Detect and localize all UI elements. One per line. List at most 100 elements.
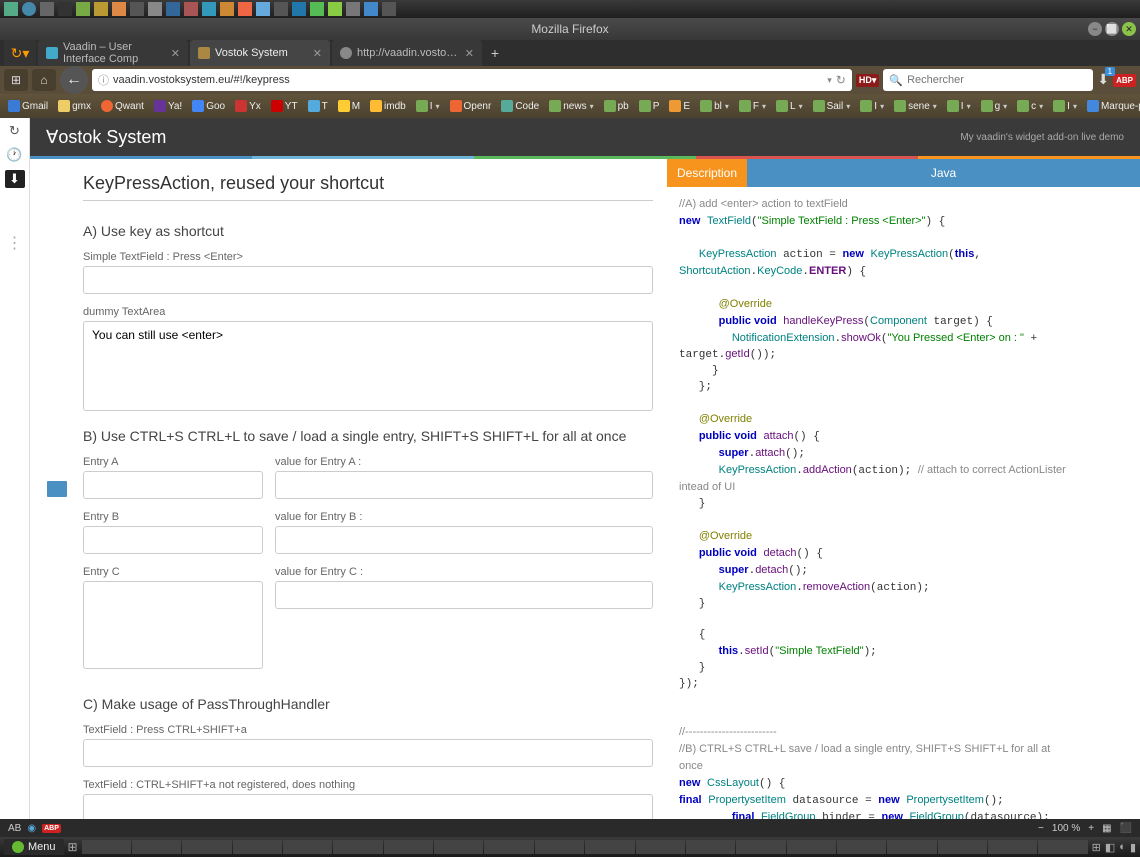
abp-status-icon[interactable]: ABP bbox=[42, 824, 61, 833]
tab-close-icon[interactable]: ✕ bbox=[465, 47, 474, 60]
system-tray-icon[interactable] bbox=[382, 2, 396, 16]
system-tray-icon[interactable] bbox=[364, 2, 378, 16]
window-maximize-button[interactable]: ⬜ bbox=[1105, 22, 1119, 36]
bookmark-folder[interactable]: pb bbox=[600, 98, 633, 114]
bookmark-folder[interactable]: Sail▾ bbox=[809, 98, 855, 114]
value-b-input[interactable] bbox=[275, 526, 653, 554]
search-bar[interactable]: 🔍 bbox=[883, 69, 1093, 91]
tab-close-icon[interactable]: ✕ bbox=[313, 47, 322, 60]
system-tray-icon[interactable] bbox=[112, 2, 126, 16]
reload-button[interactable]: ↻ bbox=[836, 73, 846, 87]
system-tray-icon[interactable] bbox=[292, 2, 306, 16]
system-tray-icon[interactable] bbox=[166, 2, 180, 16]
bookmark-folder[interactable]: I▾ bbox=[943, 98, 975, 114]
bookmark-item[interactable]: Yx bbox=[231, 98, 265, 114]
bookmark-folder[interactable]: bl▾ bbox=[696, 98, 733, 114]
system-tray-icon[interactable] bbox=[256, 2, 270, 16]
tab-description[interactable]: Description bbox=[667, 159, 747, 187]
system-tray-icon[interactable] bbox=[220, 2, 234, 16]
hd-badge-icon[interactable]: HD▾ bbox=[856, 74, 880, 87]
entry-c-input[interactable] bbox=[83, 581, 263, 669]
downloads-button[interactable]: ⬇ 1 bbox=[1097, 71, 1109, 89]
addon-icon[interactable]: ↻ bbox=[6, 122, 24, 140]
system-tray-icon[interactable] bbox=[346, 2, 360, 16]
taskbar-windows[interactable] bbox=[82, 840, 1088, 854]
bookmark-item[interactable]: T bbox=[304, 98, 332, 114]
system-tray-icon[interactable] bbox=[328, 2, 342, 16]
addon-icon[interactable]: ⬇ bbox=[5, 170, 25, 188]
bookmark-folder[interactable]: news▾ bbox=[545, 98, 597, 114]
bookmark-item[interactable]: YT bbox=[267, 98, 302, 114]
home-button[interactable]: ⌂ bbox=[32, 69, 56, 91]
bookmark-item[interactable]: Ya! bbox=[150, 98, 186, 114]
taskbar-tray-icon[interactable]: ◧ bbox=[1105, 841, 1115, 854]
system-tray-icon[interactable] bbox=[40, 2, 54, 16]
history-dropdown-icon[interactable]: ▾ bbox=[827, 75, 832, 86]
bookmark-item[interactable]: Qwant bbox=[97, 98, 148, 114]
new-tab-button[interactable]: + bbox=[484, 40, 506, 66]
sync-icon[interactable]: ◉ bbox=[27, 823, 36, 834]
show-desktop-button[interactable]: ⊞ bbox=[68, 840, 78, 854]
system-tray-icon[interactable] bbox=[130, 2, 144, 16]
dummy-textarea[interactable]: You can still use <enter> bbox=[83, 321, 653, 411]
entry-a-input[interactable] bbox=[83, 471, 263, 499]
unregistered-input[interactable] bbox=[83, 794, 653, 819]
code-viewer[interactable]: //A) add <enter> action to textField new… bbox=[667, 187, 1140, 819]
browser-tab[interactable]: http://vaadin.vostoksystem.eu ✕ bbox=[332, 40, 482, 66]
bookmark-item[interactable]: Openr bbox=[446, 98, 496, 114]
url-input[interactable] bbox=[113, 74, 823, 86]
bookmark-folder[interactable]: I▾ bbox=[1049, 98, 1081, 114]
bookmark-folder[interactable]: I▾ bbox=[856, 98, 888, 114]
bookmark-item[interactable]: M bbox=[334, 98, 364, 114]
system-tray-icon[interactable] bbox=[148, 2, 162, 16]
system-tray-icon[interactable] bbox=[310, 2, 324, 16]
bookmark-folder[interactable]: sene▾ bbox=[890, 98, 941, 114]
bookmark-folder[interactable]: c▾ bbox=[1013, 98, 1047, 114]
search-input[interactable] bbox=[907, 74, 1087, 86]
system-tray-icon[interactable] bbox=[238, 2, 252, 16]
sidebar-toggle-button[interactable]: ⊞ bbox=[4, 69, 28, 91]
address-bar[interactable]: ⓘ ▾ ↻ bbox=[92, 69, 852, 91]
bookmark-item[interactable]: imdb bbox=[366, 98, 410, 114]
taskbar-tray-icon[interactable]: ▮ bbox=[1130, 841, 1136, 854]
system-tray-icon[interactable] bbox=[94, 2, 108, 16]
back-button[interactable]: ← bbox=[60, 66, 88, 94]
bookmark-folder[interactable]: P bbox=[635, 98, 664, 114]
taskbar-tray-icon[interactable]: ⊞ bbox=[1092, 841, 1101, 854]
status-icon[interactable]: ▦ bbox=[1102, 823, 1111, 834]
entry-b-input[interactable] bbox=[83, 526, 263, 554]
value-a-input[interactable] bbox=[275, 471, 653, 499]
abp-icon[interactable]: ABP bbox=[1113, 74, 1136, 87]
system-tray-icon[interactable] bbox=[76, 2, 90, 16]
window-close-button[interactable]: ✕ bbox=[1122, 22, 1136, 36]
bookmark-folder[interactable]: L▾ bbox=[772, 98, 807, 114]
bookmark-item[interactable]: Marque-pages bbox=[1083, 98, 1140, 114]
zoom-in-button[interactable]: + bbox=[1088, 823, 1094, 834]
addon-icon[interactable]: ⋮ bbox=[6, 234, 24, 252]
system-tray-icon[interactable] bbox=[202, 2, 216, 16]
bookmark-item[interactable]: Gmail bbox=[4, 98, 52, 114]
menu-grid-icon[interactable] bbox=[47, 481, 67, 497]
browser-tab-active[interactable]: Vostok System ✕ bbox=[190, 40, 330, 66]
window-minimize-button[interactable]: − bbox=[1088, 22, 1102, 36]
system-tray-icon[interactable] bbox=[58, 2, 72, 16]
bookmark-item[interactable]: Goo bbox=[188, 98, 229, 114]
zoom-out-button[interactable]: − bbox=[1038, 823, 1044, 834]
status-icon[interactable]: ⬛ bbox=[1120, 823, 1132, 834]
bookmark-folder[interactable]: F▾ bbox=[735, 98, 770, 114]
tab-close-icon[interactable]: ✕ bbox=[171, 47, 180, 60]
bookmark-item[interactable]: Code bbox=[497, 98, 543, 114]
system-tray-icon[interactable] bbox=[184, 2, 198, 16]
taskbar-tray-icon[interactable]: ◐ bbox=[1119, 841, 1126, 853]
simple-textfield-input[interactable] bbox=[83, 266, 653, 294]
bookmark-folder[interactable]: g▾ bbox=[977, 98, 1012, 114]
firefox-menu-button[interactable]: ↻▾ bbox=[4, 40, 36, 66]
system-tray-icon[interactable] bbox=[22, 2, 36, 16]
bookmark-item[interactable]: E bbox=[665, 98, 694, 114]
system-tray-icon[interactable] bbox=[4, 2, 18, 16]
tab-java[interactable]: Java bbox=[747, 159, 1140, 187]
ctrl-shift-a-input[interactable] bbox=[83, 739, 653, 767]
identity-icon[interactable]: ⓘ bbox=[98, 72, 109, 88]
browser-tab[interactable]: Vaadin – User Interface Comp ✕ bbox=[38, 40, 188, 66]
bookmark-folder[interactable]: I▾ bbox=[412, 98, 444, 114]
